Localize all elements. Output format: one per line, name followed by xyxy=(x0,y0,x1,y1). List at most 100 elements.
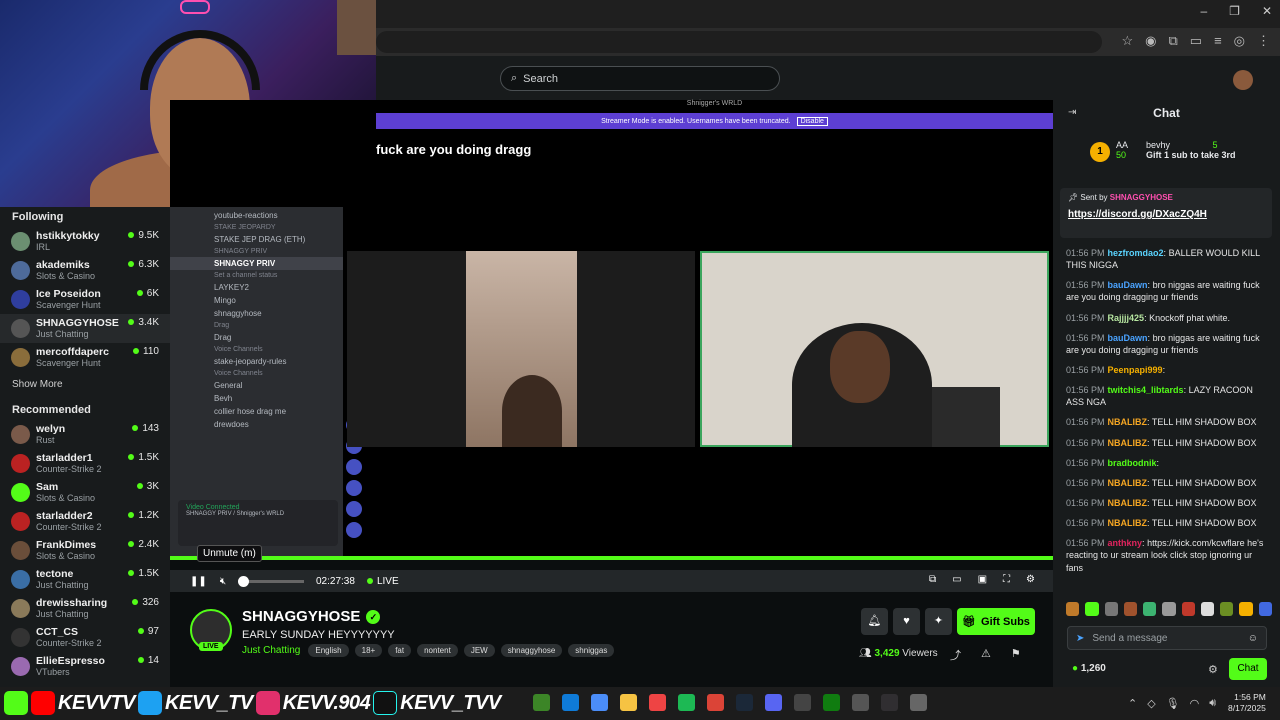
minimize-icon[interactable]: – xyxy=(1200,4,1207,18)
network-icon[interactable]: ◇ xyxy=(1147,697,1155,710)
emote-icon[interactable] xyxy=(1200,602,1215,616)
stream-tag[interactable]: nontent xyxy=(417,644,458,657)
steam-icon[interactable] xyxy=(736,694,753,711)
minecraft-icon[interactable] xyxy=(533,694,550,711)
close-icon[interactable]: ✕ xyxy=(1262,4,1272,18)
sidebar-channel-item[interactable]: welyn Rust 143 xyxy=(0,420,170,449)
copilot-icon[interactable] xyxy=(591,694,608,711)
sidebar-channel-item[interactable]: starladder1 Counter-Strike 2 1.5K xyxy=(0,449,170,478)
menu-dots-icon[interactable]: ⋮ xyxy=(1257,33,1270,49)
sparkle-icon[interactable]: ✦ xyxy=(925,608,952,635)
address-bar[interactable] xyxy=(376,31,1102,53)
stream-tag[interactable]: fat xyxy=(388,644,412,657)
chat-input[interactable]: ➤ Send a message ☺ xyxy=(1067,626,1267,650)
message-user[interactable]: anthkny xyxy=(1108,538,1143,548)
sidebar-channel-item[interactable]: hstikkytokky IRL 9.5K xyxy=(0,227,170,256)
message-user[interactable]: Rajjjj425 xyxy=(1108,313,1145,323)
mic-icon[interactable]: 🎙︎ xyxy=(1166,697,1180,710)
emote-icon[interactable] xyxy=(1066,602,1080,616)
wifi-icon[interactable]: ◠ xyxy=(1190,697,1200,710)
channel-points[interactable]: ● 1,260 xyxy=(1072,663,1106,674)
sidebar-channel-item[interactable]: Sam Slots & Casino 3K xyxy=(0,478,170,507)
sidebar-channel-item[interactable]: drewissharing Just Chatting 326 xyxy=(0,594,170,623)
message-user[interactable]: bradbodnik xyxy=(1108,458,1157,468)
bell-icon[interactable]: 🔔︎ xyxy=(861,608,888,635)
stream-tag[interactable]: shniggas xyxy=(568,644,615,657)
sidebar-channel-item[interactable]: starladder2 Counter-Strike 2 1.2K xyxy=(0,507,170,536)
emote-icon[interactable] xyxy=(1104,602,1118,616)
report-icon[interactable]: ⚠ xyxy=(981,647,991,663)
emoji-icon[interactable]: ☺ xyxy=(1248,633,1258,644)
stream-tag[interactable]: JEW xyxy=(463,644,495,657)
file-explorer-icon[interactable] xyxy=(620,694,637,711)
emote-icon[interactable] xyxy=(1181,602,1195,616)
chrome-icon[interactable] xyxy=(707,694,724,711)
excel-icon[interactable] xyxy=(678,694,695,711)
profile-icon[interactable]: ◎ xyxy=(1234,33,1245,49)
stream-tag[interactable]: shnaggyhose xyxy=(500,644,563,657)
gift-subs-button[interactable]: 🎁︎ Gift Subs xyxy=(957,608,1035,635)
message-user[interactable]: NBALIBZ xyxy=(1108,478,1148,488)
search-input[interactable]: ⌕ Search xyxy=(500,66,780,91)
discord-icon[interactable] xyxy=(765,694,782,711)
follow-user-icon[interactable]: ⚑ xyxy=(1011,647,1021,663)
sidebar-channel-item[interactable]: akademiks Slots & Casino 6.3K xyxy=(0,256,170,285)
emote-icon[interactable] xyxy=(1123,602,1138,616)
channel-name[interactable]: SHNAGGYHOSE ✓ xyxy=(242,608,381,625)
message-user[interactable]: twitchis4_libtards xyxy=(1108,385,1184,395)
tray-chevron-icon[interactable]: ⌃ xyxy=(1128,697,1137,710)
chat-settings-icon[interactable]: ⚙ xyxy=(1208,663,1218,676)
xbox-icon[interactable] xyxy=(823,694,840,711)
stream-tag[interactable]: English xyxy=(308,644,349,657)
bookmark-star-icon[interactable]: ☆ xyxy=(1121,33,1133,49)
taskbar-clock[interactable]: 1:56 PM 8/17/2025 xyxy=(1228,692,1266,715)
category-link[interactable]: Just Chatting xyxy=(242,645,300,656)
message-user[interactable]: hezfromdao2 xyxy=(1108,248,1164,258)
chat-send-button[interactable]: Chat xyxy=(1229,658,1267,680)
sidebar-channel-item[interactable]: Ice Poseidon Scavenger Hunt 6K xyxy=(0,285,170,314)
sidebar-channel-item[interactable]: FrankDimes Slots & Casino 2.4K xyxy=(0,536,170,565)
volume-knob[interactable] xyxy=(238,575,249,587)
clip-icon[interactable]: ⧉ xyxy=(929,574,936,585)
emote-icon[interactable] xyxy=(1220,602,1234,616)
theater-icon[interactable]: ▭ xyxy=(952,574,961,585)
music-icon[interactable] xyxy=(649,694,666,711)
emote-icon[interactable] xyxy=(1162,602,1176,616)
stream-tag[interactable]: 18+ xyxy=(354,644,383,657)
sidebar-channel-item[interactable]: tectone Just Chatting 1.5K xyxy=(0,565,170,594)
heart-icon[interactable]: ♥ xyxy=(893,608,920,635)
sidebar-channel-item[interactable]: SHNAGGYHOSE Just Chatting 3.4K xyxy=(0,314,170,343)
pause-icon[interactable]: ❚❚ xyxy=(190,576,207,587)
muted-speaker-icon[interactable]: 🔇︎ xyxy=(216,576,230,587)
share-icon[interactable]: ⤴ xyxy=(950,647,961,663)
emote-icon[interactable] xyxy=(1258,602,1272,616)
obs-icon[interactable] xyxy=(881,694,898,711)
miniplayer-icon[interactable]: ▣ xyxy=(978,574,987,585)
sidebar-channel-item[interactable]: mercoffdaperc Scavenger Hunt 110 xyxy=(0,343,170,372)
message-user[interactable]: NBALIBZ xyxy=(1108,498,1148,508)
settings-gear-icon[interactable]: ⚙ xyxy=(1026,574,1035,585)
app-icon[interactable] xyxy=(910,694,927,711)
playlist-icon[interactable]: ≡ xyxy=(1214,33,1222,49)
message-user[interactable]: NBALIBZ xyxy=(1108,438,1148,448)
edge-icon[interactable] xyxy=(562,694,579,711)
volume-slider[interactable] xyxy=(238,575,304,587)
message-user[interactable]: bauDawn xyxy=(1108,333,1148,343)
fullscreen-icon[interactable]: ⛶ xyxy=(1003,574,1010,585)
volume-icon[interactable]: 🔊︎ xyxy=(1209,697,1216,710)
video-progress-bar[interactable] xyxy=(170,556,1053,560)
message-user[interactable]: bauDawn xyxy=(1108,280,1148,290)
extension-icon[interactable]: ◉ xyxy=(1145,33,1156,49)
user-avatar[interactable] xyxy=(1233,70,1253,90)
message-user[interactable]: NBALIBZ xyxy=(1108,518,1148,528)
emote-icon[interactable] xyxy=(1143,602,1157,616)
sidebar-channel-item[interactable]: EllieEspresso VTubers 14 xyxy=(0,652,170,681)
capcut-icon[interactable] xyxy=(794,694,811,711)
app-icon[interactable] xyxy=(852,694,869,711)
emote-icon[interactable] xyxy=(1239,602,1253,616)
sidebar-channel-item[interactable]: CCT_CS Counter-Strike 2 97 xyxy=(0,623,170,652)
message-user[interactable]: Peenpapi999 xyxy=(1108,365,1163,375)
cast-icon[interactable]: ▭ xyxy=(1190,33,1202,49)
emote-icon[interactable] xyxy=(1085,602,1099,616)
pinned-link[interactable]: https://discord.gg/DXacZQ4H xyxy=(1068,209,1264,220)
